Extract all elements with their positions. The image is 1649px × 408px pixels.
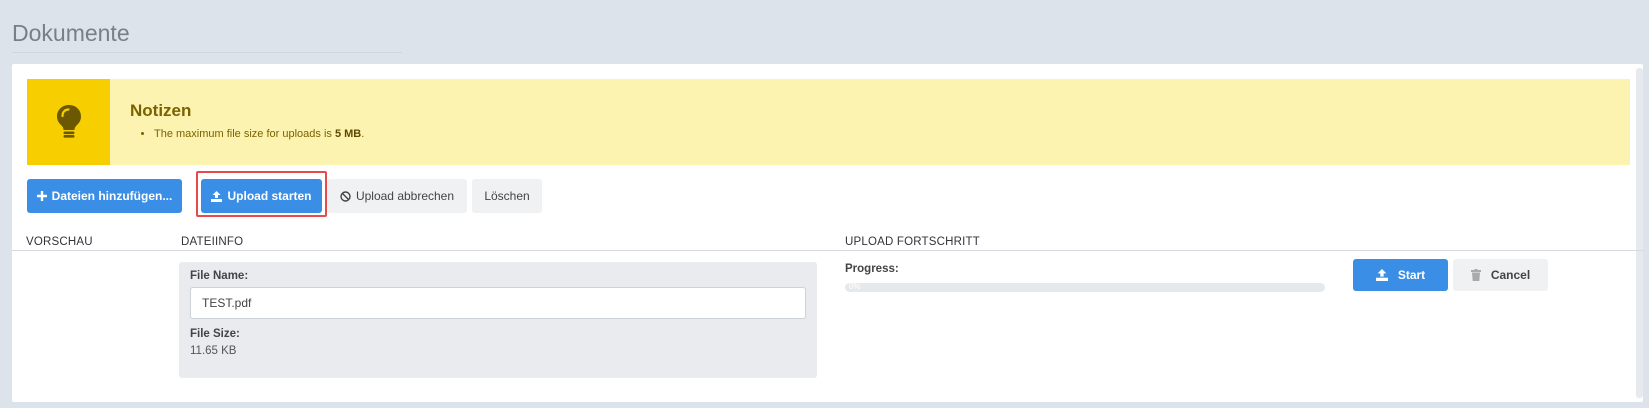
delete-button[interactable]: Löschen [472,179,542,213]
trash-icon [1470,269,1481,281]
title-divider [12,52,402,53]
row-start-label: Start [1397,268,1426,282]
row-cancel-button[interactable]: Cancel [1453,259,1548,291]
page-title: Dokumente [12,20,130,46]
upload-icon [211,190,223,202]
file-name-label: File Name: [190,270,249,282]
documents-card: Notizen The maximum file size for upload… [12,64,1643,402]
upload-icon [1375,269,1388,281]
file-size-label: File Size: [190,328,240,340]
progress-label: Progress: [845,263,899,275]
ban-icon [340,190,351,202]
file-size-value: 11.65 KB [190,345,237,357]
header-fileinfo: DATEIINFO [181,236,244,248]
header-divider [12,250,1643,251]
plus-icon [36,191,47,201]
cancel-upload-button[interactable]: Upload abbrechen [327,179,467,213]
start-upload-label: Upload starten [227,189,312,203]
note-item-value: 5 MB [334,128,362,140]
file-info-panel: File Name: TEST.pdf File Size: 11.65 KB [179,262,817,378]
note-icon-box [27,79,110,165]
lightbulb-icon [56,105,81,138]
row-start-button[interactable]: Start [1353,259,1448,291]
file-name-input[interactable]: TEST.pdf [190,287,806,319]
start-upload-button[interactable]: Upload starten [201,179,322,213]
scrollbar[interactable] [1636,68,1643,398]
add-files-button[interactable]: Dateien hinzufügen... [27,179,182,213]
note-item-end: . [361,128,365,140]
delete-label: Löschen [484,189,530,203]
header-preview: VORSCHAU [26,236,93,248]
row-cancel-label: Cancel [1490,268,1531,282]
header-progress: UPLOAD FORTSCHRITT [845,236,981,248]
progress-bar: 0% [845,283,1325,292]
notes-panel: Notizen The maximum file size for upload… [27,79,1630,165]
add-files-label: Dateien hinzufügen... [51,189,173,203]
note-title: Notizen [130,101,192,120]
note-item: The maximum file size for uploads is 5 M… [154,128,364,140]
note-item-text: The maximum file size for uploads is [154,128,335,140]
cancel-upload-label: Upload abbrechen [355,189,455,203]
progress-text: 0% [849,283,861,291]
